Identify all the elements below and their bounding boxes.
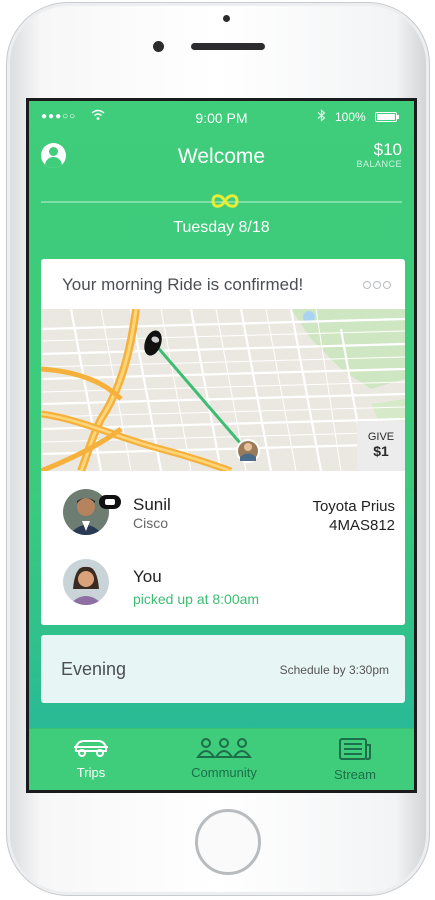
battery-percent: 100% <box>335 110 366 124</box>
balance-amount: $10 <box>373 140 402 159</box>
tab-community-label: Community <box>191 765 257 780</box>
status-bar: ●●●○○ 9:00 PM 100% <box>29 101 414 135</box>
route-map[interactable]: GIVE $1 <box>41 309 405 471</box>
car-model: Toyota Prius <box>312 498 395 515</box>
more-options-icon[interactable] <box>363 281 391 289</box>
give-label: GIVE <box>367 431 395 443</box>
rider-name: You <box>133 567 162 586</box>
battery-icon <box>375 112 399 122</box>
ride-confirmed-title: Your morning Ride is confirmed! <box>62 275 304 294</box>
tab-stream-label: Stream <box>334 767 376 782</box>
sensor-dot <box>223 15 230 22</box>
driver-car-icon <box>99 495 121 509</box>
evening-ride-card[interactable]: Evening Schedule by 3:30pm <box>41 635 405 703</box>
earpiece-speaker <box>191 43 265 50</box>
map-drawing <box>41 309 405 471</box>
balance-display[interactable]: $10 BALANCE <box>356 140 402 170</box>
tab-trips-label: Trips <box>76 765 106 780</box>
schedule-deadline: Schedule by 3:30pm <box>279 663 389 677</box>
pickup-status: picked up at 8:00am <box>133 591 260 607</box>
front-camera <box>153 41 164 52</box>
driver-company: Cisco <box>133 515 169 531</box>
newspaper-icon <box>339 738 371 760</box>
evening-label: Evening <box>61 659 127 679</box>
tab-stream[interactable]: Stream <box>305 729 405 790</box>
car-icon <box>74 740 108 757</box>
balance-label: BALANCE <box>356 159 402 169</box>
car-info: Toyota Prius 4MAS812 <box>312 497 395 535</box>
people-icon <box>196 738 252 758</box>
driver-name: Sunil <box>133 495 171 514</box>
ride-card-header: Your morning Ride is confirmed! <box>41 259 405 309</box>
tab-community[interactable]: Community <box>174 729 274 790</box>
morning-ride-card[interactable]: Your morning Ride is confirmed! GIVE $1 … <box>41 259 405 625</box>
give-tip-button[interactable]: GIVE $1 <box>357 421 405 471</box>
rider-avatar[interactable] <box>63 559 109 605</box>
bluetooth-icon <box>317 109 326 125</box>
give-amount: $1 <box>373 443 389 459</box>
home-button[interactable] <box>195 809 261 875</box>
battery-fill <box>377 114 395 120</box>
bottom-tab-bar: Trips Community Stream <box>29 728 414 790</box>
license-plate: 4MAS812 <box>329 517 395 534</box>
tab-trips[interactable]: Trips <box>41 729 141 790</box>
app-screen: ●●●○○ 9:00 PM 100% Welcome $10 BALANCE T… <box>26 98 417 793</box>
ride-date: Tuesday 8/18 <box>173 219 270 236</box>
ride-participants: Sunil Cisco Toyota Prius 4MAS812 You pic… <box>41 471 405 625</box>
infinity-icon <box>211 194 239 208</box>
